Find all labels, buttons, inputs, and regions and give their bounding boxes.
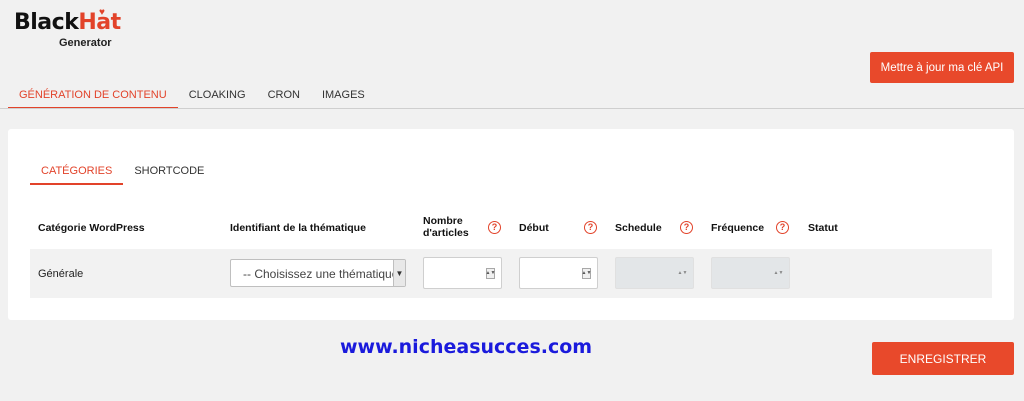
- logo: BlackHat ♥ Generator: [14, 7, 139, 52]
- schedule-input: ▲▼: [615, 257, 694, 289]
- start-help-icon[interactable]: ?: [584, 221, 597, 234]
- table-row: [30, 249, 992, 298]
- stepper-icon[interactable]: ▲▼: [582, 268, 591, 279]
- tab-shortcode[interactable]: SHORTCODE: [123, 164, 215, 185]
- header-theme-id: Identifiant de la thématique: [230, 222, 366, 234]
- theme-select-value: -- Choisissez une thématique --: [243, 267, 406, 281]
- stepper-icon: ▲▼: [677, 270, 688, 276]
- chevron-down-icon: ▼: [393, 260, 405, 286]
- tab-cron[interactable]: CRON: [257, 87, 311, 109]
- tabs-divider: [0, 108, 1024, 109]
- header-articles-count: Nombre d'articles: [423, 215, 469, 239]
- header-schedule: Schedule: [615, 222, 662, 234]
- theme-select[interactable]: -- Choisissez une thématique -- ▼: [230, 259, 406, 287]
- update-api-key-button[interactable]: Mettre à jour ma clé API: [870, 52, 1014, 83]
- tab-content-generation[interactable]: GÉNÉRATION DE CONTENU: [8, 87, 178, 109]
- sub-tabs: CATÉGORIES SHORTCODE: [30, 164, 215, 185]
- heart-icon: ♥: [99, 7, 105, 18]
- logo-subtitle: Generator: [59, 37, 112, 49]
- tab-images[interactable]: IMAGES: [311, 87, 376, 109]
- frequency-input: ▲▼: [711, 257, 790, 289]
- content-card: CATÉGORIES SHORTCODE Catégorie WordPress…: [8, 129, 1014, 320]
- frequency-help-icon[interactable]: ?: [776, 221, 789, 234]
- tab-categories[interactable]: CATÉGORIES: [30, 164, 124, 185]
- header-frequency: Fréquence: [711, 222, 765, 234]
- stepper-icon[interactable]: ▲▼: [486, 268, 495, 279]
- header-start: Début: [519, 222, 549, 234]
- header-category: Catégorie WordPress: [38, 222, 145, 234]
- schedule-help-icon[interactable]: ?: [680, 221, 693, 234]
- save-button[interactable]: ENREGISTRER: [872, 342, 1014, 375]
- main-tabs: GÉNÉRATION DE CONTENU CLOAKING CRON IMAG…: [8, 87, 376, 109]
- articles-help-icon[interactable]: ?: [488, 221, 501, 234]
- watermark-text: www.nicheasucces.com: [340, 336, 593, 358]
- start-input[interactable]: ▲▼: [519, 257, 598, 289]
- tab-cloaking[interactable]: CLOAKING: [178, 87, 257, 109]
- articles-count-input[interactable]: ▲▼: [423, 257, 502, 289]
- header-status: Statut: [808, 222, 838, 234]
- stepper-icon: ▲▼: [773, 270, 784, 276]
- row-category: Générale: [38, 268, 84, 280]
